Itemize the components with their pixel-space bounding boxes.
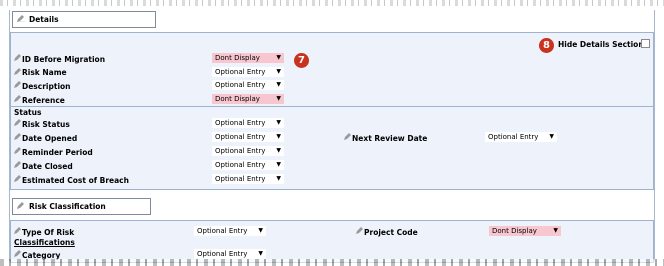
hide-details-checkbox[interactable] xyxy=(641,39,650,48)
field-label: Description xyxy=(22,82,71,91)
pencil-icon xyxy=(356,227,364,234)
torn-edge-bottom xyxy=(0,259,664,266)
visibility-select[interactable]: Optional Entry ▼ xyxy=(212,132,284,142)
risk-classification-section-header[interactable]: Risk Classification xyxy=(12,198,151,215)
field-label: Reference xyxy=(22,96,65,105)
select-value: Dont Display xyxy=(492,227,537,235)
status-zone: Risk Status Optional Entry ▼ Date Opened … xyxy=(10,115,654,190)
visibility-select[interactable]: Optional Entry ▼ xyxy=(212,160,284,170)
pencil-icon xyxy=(14,95,22,102)
classification-zone: Type Of Risk Optional Entry ▼ Project Cod… xyxy=(10,220,654,263)
pencil-icon xyxy=(14,68,22,75)
classifications-heading: Classifications xyxy=(14,238,75,247)
section-divider xyxy=(11,106,653,107)
pencil-icon xyxy=(17,15,25,22)
details-zone: 8 Hide Details Section: 7 ID Before Migr… xyxy=(10,32,654,118)
visibility-select[interactable]: Optional Entry ▼ xyxy=(194,226,266,236)
caret-down-icon: ▼ xyxy=(276,161,281,168)
pencil-icon xyxy=(344,133,352,140)
field-label: Date Closed xyxy=(22,162,73,171)
caret-down-icon: ▼ xyxy=(276,175,281,182)
pencil-icon xyxy=(14,133,22,140)
caret-down-icon: ▼ xyxy=(276,147,281,154)
visibility-select[interactable]: Optional Entry ▼ xyxy=(212,174,284,184)
select-value: Optional Entry xyxy=(215,147,266,155)
field-label: Risk Name xyxy=(22,68,67,77)
details-section-header[interactable]: Details xyxy=(12,11,156,28)
caret-down-icon: ▼ xyxy=(276,68,281,75)
field-label: ID Before Migration xyxy=(22,55,106,64)
select-value: Optional Entry xyxy=(215,175,266,183)
hide-section-badge: 8 xyxy=(539,38,554,53)
caret-down-icon: ▼ xyxy=(276,119,281,126)
hide-details-label: Hide Details Section: xyxy=(558,40,647,49)
select-value: Optional Entry xyxy=(215,119,266,127)
field-label: Next Review Date xyxy=(352,134,428,143)
torn-edge-top xyxy=(0,0,664,6)
select-value: Dont Display xyxy=(215,95,260,103)
select-value: Optional Entry xyxy=(215,161,266,169)
form-panel: Details 8 Hide Details Section: 7 ID Bef… xyxy=(9,10,655,263)
pencil-icon xyxy=(14,119,22,126)
select-value: Optional Entry xyxy=(197,250,248,258)
select-value: Dont Display xyxy=(215,54,260,62)
pencil-icon xyxy=(14,250,22,257)
visibility-select[interactable]: Optional Entry ▼ xyxy=(194,249,266,259)
field-label: Date Opened xyxy=(22,134,78,143)
caret-down-icon: ▼ xyxy=(276,95,281,102)
pencil-icon xyxy=(14,175,22,182)
pencil-icon xyxy=(14,54,22,61)
visibility-select[interactable]: Optional Entry ▼ xyxy=(212,146,284,156)
field-label: Reminder Period xyxy=(22,148,93,157)
visibility-select[interactable]: Optional Entry ▼ xyxy=(485,132,557,142)
visibility-select[interactable]: Dont Display ▼ xyxy=(489,226,561,236)
field-label: Project Code xyxy=(364,228,418,237)
details-title: Details xyxy=(29,15,59,24)
caret-down-icon: ▼ xyxy=(549,133,554,140)
field-label: Risk Status xyxy=(22,120,70,129)
select-value: Optional Entry xyxy=(215,68,266,76)
field-label: Estimated Cost of Breach xyxy=(22,176,129,185)
field-badge: 7 xyxy=(294,53,309,68)
select-value: Optional Entry xyxy=(215,81,266,89)
visibility-select[interactable]: Optional Entry ▼ xyxy=(212,118,284,128)
select-value: Optional Entry xyxy=(488,133,539,141)
pencil-icon xyxy=(14,81,22,88)
visibility-select[interactable]: Optional Entry ▼ xyxy=(212,80,284,90)
risk-classification-title: Risk Classification xyxy=(29,202,106,211)
caret-down-icon: ▼ xyxy=(258,227,263,234)
visibility-select[interactable]: Dont Display ▼ xyxy=(212,94,284,104)
pencil-icon xyxy=(17,202,25,209)
visibility-select[interactable]: Dont Display ▼ xyxy=(212,53,284,63)
caret-down-icon: ▼ xyxy=(276,81,281,88)
caret-down-icon: ▼ xyxy=(276,133,281,140)
select-value: Optional Entry xyxy=(197,227,248,235)
pencil-icon xyxy=(14,227,22,234)
caret-down-icon: ▼ xyxy=(276,54,281,61)
select-value: Optional Entry xyxy=(215,133,266,141)
visibility-select[interactable]: Optional Entry ▼ xyxy=(212,67,284,77)
field-label: Type Of Risk xyxy=(22,228,75,237)
pencil-icon xyxy=(14,161,22,168)
pencil-icon xyxy=(14,147,22,154)
caret-down-icon: ▼ xyxy=(553,227,558,234)
caret-down-icon: ▼ xyxy=(258,250,263,257)
